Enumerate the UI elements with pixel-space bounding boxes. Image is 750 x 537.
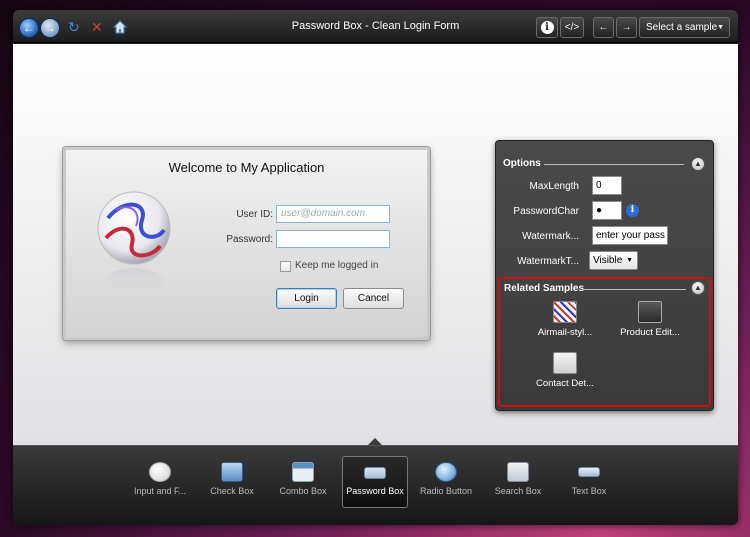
- nav-item-label: Check Box: [210, 486, 254, 496]
- nav-item-label: Combo Box: [279, 486, 327, 496]
- nav-radio-button[interactable]: Radio Button: [411, 456, 481, 508]
- keep-logged-checkbox[interactable]: [280, 261, 291, 272]
- options-divider: [544, 164, 684, 165]
- info-icon[interactable]: i: [626, 204, 639, 217]
- related-divider: [582, 289, 686, 290]
- sample-content-area: Welcome to My Application User ID: user@…: [13, 44, 738, 445]
- window-title: Password Box - Clean Login Form: [291, 20, 460, 32]
- info-button[interactable]: i: [536, 17, 558, 38]
- text-box-icon: [578, 467, 600, 477]
- app-logo: [96, 190, 172, 300]
- home-icon[interactable]: [112, 20, 128, 36]
- watermark-input[interactable]: enter your pass: [592, 226, 668, 245]
- previous-sample-button[interactable]: ←: [593, 17, 614, 38]
- password-label: Password:: [226, 234, 273, 245]
- login-button[interactable]: Login: [276, 288, 337, 309]
- refresh-icon[interactable]: ↻: [68, 20, 80, 34]
- selection-pointer: [368, 438, 382, 445]
- chevron-down-icon: ▼: [717, 24, 724, 31]
- airmail-icon: [553, 301, 577, 323]
- related-header: Related Samples: [504, 283, 585, 294]
- maxlength-input[interactable]: 0: [592, 176, 622, 195]
- app-window: ← → ↻ ✕ Password Box - Clean Login Form …: [13, 10, 738, 525]
- collapse-related-button[interactable]: ▲: [691, 281, 705, 295]
- bottom-sample-bar: Input and F... Check Box Combo Box Passw…: [13, 445, 738, 525]
- contact-details-icon: [553, 352, 577, 374]
- related-sample-item[interactable]: Product Edit...: [610, 301, 690, 338]
- search-box-icon: [507, 462, 529, 482]
- related-sample-label: Contact Det...: [535, 378, 595, 389]
- related-samples-section: Related Samples ▲ Airmail-styl... Produc…: [498, 277, 711, 407]
- nav-combo-box[interactable]: Combo Box: [268, 456, 338, 508]
- watermark-label: Watermark...: [522, 231, 579, 242]
- next-sample-button[interactable]: →: [616, 17, 637, 38]
- nav-password-box[interactable]: Password Box: [342, 456, 408, 508]
- userid-label: User ID:: [236, 209, 273, 220]
- cancel-button[interactable]: Cancel: [343, 288, 404, 309]
- watermarkt-value: Visible: [593, 255, 623, 266]
- forward-arrow-icon: →: [44, 21, 56, 35]
- product-editor-icon: [638, 301, 662, 323]
- collapse-options-button[interactable]: ▲: [691, 157, 705, 171]
- passwordchar-label: PasswordChar: [513, 206, 579, 217]
- close-icon[interactable]: ✕: [91, 20, 103, 34]
- nav-item-label: Text Box: [571, 486, 607, 496]
- watermarkt-select[interactable]: Visible ▼: [589, 251, 638, 270]
- title-bar: ← → ↻ ✕ Password Box - Clean Login Form …: [13, 10, 738, 43]
- chevron-up-icon: ▲: [694, 283, 702, 292]
- related-sample-label: Airmail-styl...: [537, 327, 593, 338]
- watermarkt-label: WatermarkT...: [517, 256, 579, 267]
- nav-item-label: Password Box: [346, 486, 404, 496]
- back-button[interactable]: ←: [19, 18, 39, 38]
- related-sample-item[interactable]: Contact Det...: [525, 352, 605, 389]
- options-panel: Options ▲ MaxLength 0 PasswordChar ● i W…: [495, 140, 714, 411]
- related-sample-item[interactable]: Airmail-styl...: [525, 301, 605, 338]
- keep-logged-label: Keep me logged in: [295, 260, 379, 271]
- nav-search-box[interactable]: Search Box: [483, 456, 553, 508]
- nav-check-box[interactable]: Check Box: [197, 456, 267, 508]
- related-sample-label: Product Edit...: [620, 327, 680, 338]
- radio-button-icon: [435, 462, 457, 482]
- passwordchar-input[interactable]: ●: [592, 201, 622, 220]
- login-dialog: Welcome to My Application User ID: user@…: [63, 147, 430, 340]
- select-sample-label: Select a sample: [646, 22, 718, 33]
- chevron-up-icon: ▲: [694, 159, 702, 168]
- checkbox-icon: [221, 462, 243, 482]
- forward-button[interactable]: →: [40, 18, 60, 38]
- login-title: Welcome to My Application: [168, 160, 325, 175]
- userid-input[interactable]: user@domain.com: [276, 205, 390, 223]
- back-arrow-icon: ←: [23, 21, 35, 35]
- nav-text-box[interactable]: Text Box: [554, 456, 624, 508]
- info-icon: i: [540, 21, 554, 34]
- chevron-down-icon: ▼: [626, 257, 633, 264]
- nav-input-and-forms[interactable]: Input and F...: [125, 456, 195, 508]
- maxlength-label: MaxLength: [529, 181, 579, 192]
- nav-item-label: Radio Button: [419, 486, 473, 496]
- view-code-button[interactable]: </>: [560, 17, 584, 38]
- nav-item-label: Search Box: [494, 486, 542, 496]
- options-header: Options: [503, 158, 541, 169]
- nav-item-label: Input and F...: [133, 486, 187, 496]
- select-sample-dropdown[interactable]: Select a sample ▼: [639, 17, 730, 38]
- password-input[interactable]: [276, 230, 390, 248]
- password-box-icon: [364, 467, 386, 479]
- input-forms-icon: [149, 462, 171, 482]
- combobox-icon: [292, 462, 314, 482]
